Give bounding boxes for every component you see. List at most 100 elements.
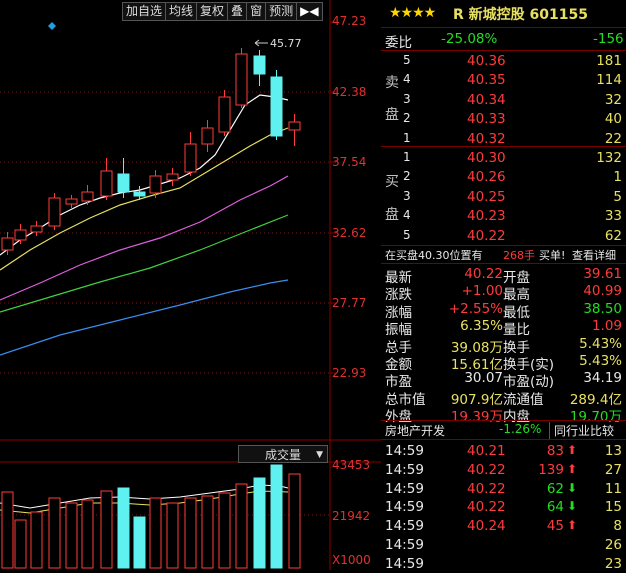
level-volume: 132	[596, 150, 622, 166]
price-axis-label: 37.54	[332, 155, 367, 169]
volume-bar[interactable]	[201, 495, 214, 569]
volume-bar[interactable]	[253, 477, 266, 569]
candle-body[interactable]	[48, 197, 61, 227]
up-arrow-icon: ⬆	[567, 443, 578, 457]
candle-body[interactable]	[1, 237, 14, 251]
volume-bar[interactable]	[184, 497, 197, 569]
volume-bar[interactable]	[1, 491, 14, 569]
toolbar-item[interactable]: 窗	[246, 2, 267, 21]
sell-level-row[interactable]: 2 40.33 40	[381, 110, 626, 128]
candle-body[interactable]	[253, 55, 266, 75]
candle-body[interactable]	[218, 96, 231, 133]
quote-panel: ★★★★ R 新城控股 601155 委比 -25.08% -156 卖 盘 5…	[381, 0, 626, 572]
volume-indicator-select[interactable]: 成交量 ▼	[238, 445, 328, 463]
level-price: 40.22	[467, 227, 506, 244]
stock-code: 601155	[529, 7, 588, 23]
candle-body[interactable]	[117, 173, 130, 193]
volume-bar[interactable]	[149, 497, 162, 569]
volume-bar[interactable]	[14, 519, 27, 569]
toolbar-item[interactable]: 叠	[227, 2, 248, 21]
toolbar-item[interactable]: 复权	[196, 2, 229, 21]
candle-body[interactable]	[184, 143, 197, 173]
toolbar-item[interactable]: 均线	[165, 2, 198, 21]
level-price: 40.26	[467, 169, 506, 186]
candle-body[interactable]	[270, 76, 283, 137]
candle-body[interactable]	[14, 229, 27, 241]
buy-level-row[interactable]: 5 40.22 62	[381, 227, 626, 245]
tick-price: 40.22	[467, 480, 506, 497]
volume-bar[interactable]	[235, 483, 248, 569]
level-num: 5	[403, 227, 411, 242]
tick-row: 14:59 40.24 45 ⬆ 8	[381, 517, 626, 535]
down-arrow-icon: ⬇	[567, 480, 578, 495]
up-arrow-icon: ⬆	[567, 518, 578, 533]
position-hands: 268手	[503, 249, 535, 262]
level-volume: 22	[604, 130, 622, 147]
toolbar-item[interactable]: ▶◀	[296, 2, 323, 21]
candle-body[interactable]	[30, 225, 43, 233]
weibi-label: 委比	[385, 35, 412, 51]
tick-volume: 139	[538, 461, 564, 478]
volume-bar[interactable]	[270, 464, 283, 569]
sell-level-row[interactable]: 5 40.36 181	[381, 52, 626, 70]
volume-bar[interactable]	[117, 487, 130, 569]
industry-compare-button[interactable]: 同行业比较	[549, 422, 614, 439]
chart-toolbar: 加自选 均线 复权叠窗预测 ▶◀	[122, 2, 323, 21]
up-arrow-icon: ⬆	[567, 461, 578, 476]
event-marker-icon[interactable]	[48, 22, 56, 30]
buy-level-row[interactable]: 2 40.26 1	[381, 168, 626, 186]
toolbar-item[interactable]: 加自选	[122, 2, 167, 21]
tick-volume: 62	[546, 480, 564, 497]
quote-row: 振幅 6.35% 量比 1.09	[381, 317, 626, 338]
volume-bar[interactable]	[48, 497, 61, 569]
volume-bar[interactable]	[288, 473, 301, 569]
price-axis-label: 32.62	[332, 226, 367, 240]
volume-bar[interactable]	[133, 516, 146, 569]
tick-row: 14:59 26	[381, 536, 626, 554]
sector-name[interactable]: 房地产开发	[385, 422, 445, 439]
buy-level-row[interactable]: 1 40.30 132	[381, 149, 626, 167]
buy-level-row[interactable]: 3 40.25 5	[381, 188, 626, 206]
sell-level-row[interactable]: 4 40.35 114	[381, 71, 626, 89]
candle-body[interactable]	[235, 53, 248, 106]
candle-body[interactable]	[81, 191, 94, 202]
tick-price: 40.22	[467, 461, 506, 478]
sell-level-row[interactable]: 3 40.34 32	[381, 91, 626, 109]
candle-body[interactable]	[166, 173, 179, 181]
position-line: 在买盘40.30位置有 268手 买单! 查看详细	[381, 246, 626, 264]
ma-line-yellow	[0, 127, 289, 271]
quote-value: 5.43%	[579, 353, 622, 369]
toolbar-item[interactable]: 预测	[265, 2, 298, 21]
ma-line-green	[0, 214, 289, 313]
buy-level-row[interactable]: 4 40.23 33	[381, 207, 626, 225]
candle-body[interactable]	[133, 191, 146, 197]
volume-axis-label: 43453	[332, 458, 371, 472]
volume-bar[interactable]	[100, 490, 113, 569]
candle-body[interactable]	[100, 170, 113, 197]
level-price: 40.33	[467, 111, 506, 128]
ma-line-blue	[0, 279, 289, 356]
candle-body[interactable]	[149, 175, 162, 194]
quote-value: 34.19	[583, 370, 622, 387]
weibi-diff: -156	[593, 31, 624, 47]
sell-level-row[interactable]: 1 40.32 22	[381, 130, 626, 148]
candle-body[interactable]	[201, 127, 214, 145]
price-chart[interactable]: 45.77	[0, 0, 381, 570]
view-detail-link[interactable]: 查看详细	[572, 247, 616, 263]
level-price: 40.30	[467, 150, 506, 166]
tick-time: 14:59	[385, 518, 424, 535]
volume-bar[interactable]	[81, 499, 94, 569]
volume-bar[interactable]	[30, 511, 43, 569]
level-num: 4	[403, 72, 411, 87]
price-axis-label: 47.23	[332, 14, 367, 28]
candle-body[interactable]	[65, 198, 78, 205]
volume-bar[interactable]	[65, 502, 78, 569]
candle-body[interactable]	[288, 121, 301, 131]
sector-row: 房地产开发 -1.26% 同行业比较	[381, 421, 626, 439]
volume-bar[interactable]	[166, 502, 179, 569]
volume-bar[interactable]	[218, 492, 231, 569]
quote-value: 39.61	[583, 266, 622, 282]
level-price: 40.32	[467, 130, 506, 147]
quote-row: 总手 39.08万 换手 5.43%	[381, 335, 626, 356]
level-num: 1	[403, 150, 411, 164]
